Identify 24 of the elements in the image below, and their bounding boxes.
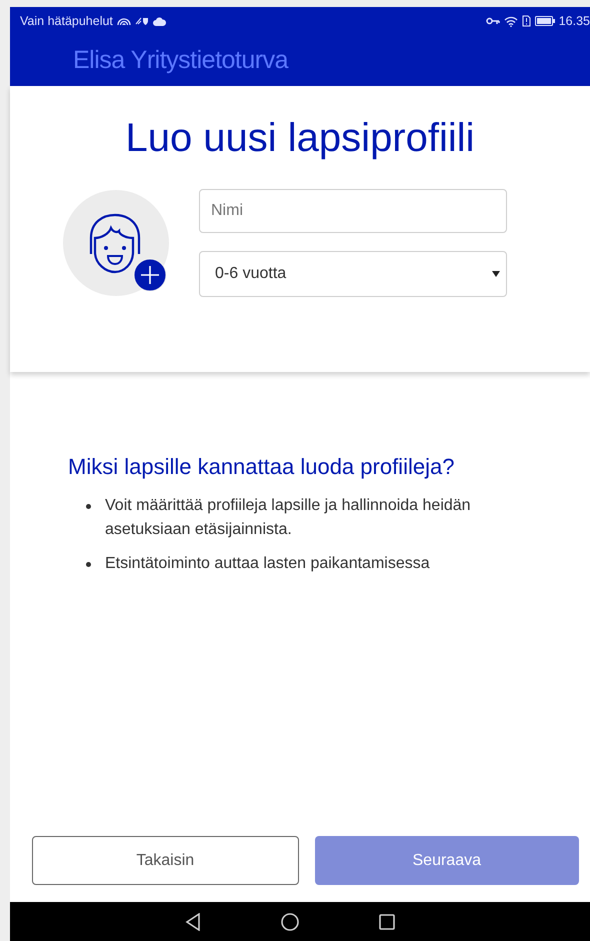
sim-icon [522,15,531,27]
bullet-text: Voit määrittää profiileja lapsille ja hallinnoida heidän asetuksiaan etäsijainnista. [105,496,472,540]
back-button[interactable]: Takaisin [32,836,298,885]
back-icon[interactable] [185,912,201,930]
dropdown-arrow-icon [492,271,500,277]
bullet-icon [86,504,91,509]
shield-icon [134,16,149,26]
signal-icon [116,16,131,26]
recents-icon[interactable] [379,914,395,930]
wifi-icon [504,16,518,26]
add-icon [133,258,167,292]
home-icon[interactable] [281,912,299,930]
age-dropdown[interactable]: 0-6 vuotta [199,251,507,297]
info-heading: Miksi lapsille kannattaa luoda profiileja? [68,454,456,480]
clock-text: 16.35 [558,14,590,28]
bullet-text: Etsintätoiminto auttaa lasten paikantamisessa [105,554,430,574]
app-title: Elisa Yritystietoturva [73,46,288,75]
battery-icon [534,16,555,26]
page-title: Luo uusi lapsiprofiili [125,116,475,161]
bullet-icon [86,562,91,567]
name-field[interactable]: Nimi [199,189,507,233]
key-icon [486,17,500,25]
cloud-icon [152,16,166,26]
carrier-text: Vain hätäpuhelut [20,14,113,28]
